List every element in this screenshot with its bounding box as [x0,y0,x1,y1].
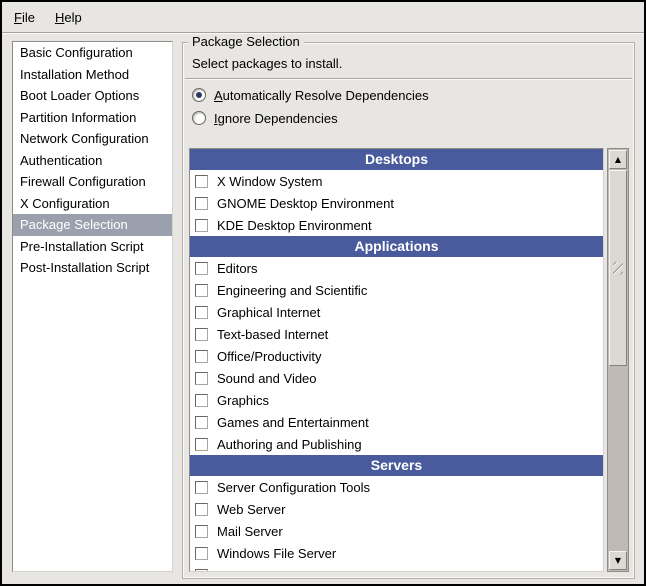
radio-label: Automatically Resolve Dependencies [214,88,429,103]
package-row-x-window-system[interactable]: X Window System [190,170,603,192]
menu-file[interactable]: File [4,5,45,30]
checkbox-icon[interactable] [195,175,208,188]
scroll-up-button[interactable]: ▲ [609,150,627,169]
scroll-down-button[interactable]: ▼ [609,551,627,570]
package-label: Sound and Video [217,371,317,386]
separator [185,78,632,80]
sidebar-item-x-configuration[interactable]: X Configuration [13,193,172,215]
checkbox-icon[interactable] [195,219,208,232]
checkbox-icon[interactable] [195,547,208,560]
kickstart-configurator-window: File Help Basic ConfigurationInstallatio… [0,0,646,586]
package-row-gnome-desktop-environment[interactable]: GNOME Desktop Environment [190,192,603,214]
package-selection-frame: Package Selection Select packages to ins… [182,42,635,579]
package-label: Graphical Internet [217,305,320,320]
package-list-area: Desktops X Window System GNOME Desktop Env… [189,148,629,572]
package-label: Server Configuration Tools [217,480,370,495]
package-label: Engineering and Scientific [217,283,367,298]
package-row-graphics[interactable]: Graphics [190,389,603,411]
frame-title: Package Selection [188,34,304,50]
radio-button-icon[interactable] [192,111,206,125]
sidebar-item-post-installation-script[interactable]: Post-Installation Script [13,257,172,279]
package-row-partial[interactable] [190,564,603,572]
sidebar-item-partition-information[interactable]: Partition Information [13,107,172,129]
checkbox-icon[interactable] [195,481,208,494]
sidebar-item-package-selection[interactable]: Package Selection [13,214,172,236]
checkbox-icon[interactable] [195,350,208,363]
radio-option-ignore-dependencies[interactable]: Ignore Dependencies [192,109,634,127]
package-list: Desktops X Window System GNOME Desktop Env… [189,148,604,572]
sidebar-item-basic-configuration[interactable]: Basic Configuration [13,42,172,64]
package-label: Games and Entertainment [217,415,369,430]
package-row-web-server[interactable]: Web Server [190,498,603,520]
checkbox-icon[interactable] [195,394,208,407]
dependency-options: Automatically Resolve Dependencies Ignore… [183,86,634,127]
package-row-server-configuration-tools[interactable]: Server Configuration Tools [190,476,603,498]
scrollbar-thumb-grip-icon [613,262,623,275]
menubar: File Help [2,2,644,33]
checkbox-icon[interactable] [195,262,208,275]
radio-option-automatically-resolve-dependencies[interactable]: Automatically Resolve Dependencies [192,86,634,104]
package-label: Authoring and Publishing [217,437,362,452]
checkbox-icon[interactable] [195,416,208,429]
down-arrow-icon: ▼ [615,557,621,565]
sidebar-item-pre-installation-script[interactable]: Pre-Installation Script [13,236,172,258]
checkbox-icon[interactable] [195,372,208,385]
package-row-graphical-internet[interactable]: Graphical Internet [190,301,603,323]
radio-label: Ignore Dependencies [214,111,338,126]
package-row-authoring-and-publishing[interactable]: Authoring and Publishing [190,433,603,455]
up-arrow-icon: ▲ [615,156,621,164]
scrollbar-thumb[interactable] [609,170,627,366]
configuration-section-list: Basic ConfigurationInstallation MethodBo… [12,41,173,572]
package-label: GNOME Desktop Environment [217,196,394,211]
package-label: X Window System [217,174,322,189]
package-label: Editors [217,261,257,276]
checkbox-icon[interactable] [195,284,208,297]
package-label: Office/Productivity [217,349,322,364]
package-group-header-applications: Applications [190,236,603,257]
package-row-office-productivity[interactable]: Office/Productivity [190,345,603,367]
package-label: KDE Desktop Environment [217,218,372,233]
sidebar-item-authentication[interactable]: Authentication [13,150,172,172]
checkbox-icon[interactable] [195,328,208,341]
checkbox-icon[interactable] [195,306,208,319]
package-label: Text-based Internet [217,327,328,342]
radio-button-icon[interactable] [192,88,206,102]
package-row-text-based-internet[interactable]: Text-based Internet [190,323,603,345]
package-label: Mail Server [217,524,283,539]
sidebar-item-network-configuration[interactable]: Network Configuration [13,128,172,150]
checkbox-icon[interactable] [195,197,208,210]
package-row-games-and-entertainment[interactable]: Games and Entertainment [190,411,603,433]
package-row-kde-desktop-environment[interactable]: KDE Desktop Environment [190,214,603,236]
sidebar-item-installation-method[interactable]: Installation Method [13,64,172,86]
package-label: Web Server [217,502,285,517]
checkbox-icon[interactable] [195,569,208,573]
package-row-editors[interactable]: Editors [190,257,603,279]
package-row-engineering-and-scientific[interactable]: Engineering and Scientific [190,279,603,301]
vertical-scrollbar[interactable]: ▲ ▼ [607,148,629,572]
package-group-header-servers: Servers [190,455,603,476]
package-row-sound-and-video[interactable]: Sound and Video [190,367,603,389]
package-label: Graphics [217,393,269,408]
package-row-mail-server[interactable]: Mail Server [190,520,603,542]
checkbox-icon[interactable] [195,525,208,538]
sidebar-item-firewall-configuration[interactable]: Firewall Configuration [13,171,172,193]
menu-help[interactable]: Help [45,5,92,30]
instruction-text: Select packages to install. [192,56,634,71]
package-label: Windows File Server [217,546,336,561]
package-row-windows-file-server[interactable]: Windows File Server [190,542,603,564]
sidebar-item-boot-loader-options[interactable]: Boot Loader Options [13,85,172,107]
checkbox-icon[interactable] [195,438,208,451]
package-group-header-desktops: Desktops [190,149,603,170]
checkbox-icon[interactable] [195,503,208,516]
